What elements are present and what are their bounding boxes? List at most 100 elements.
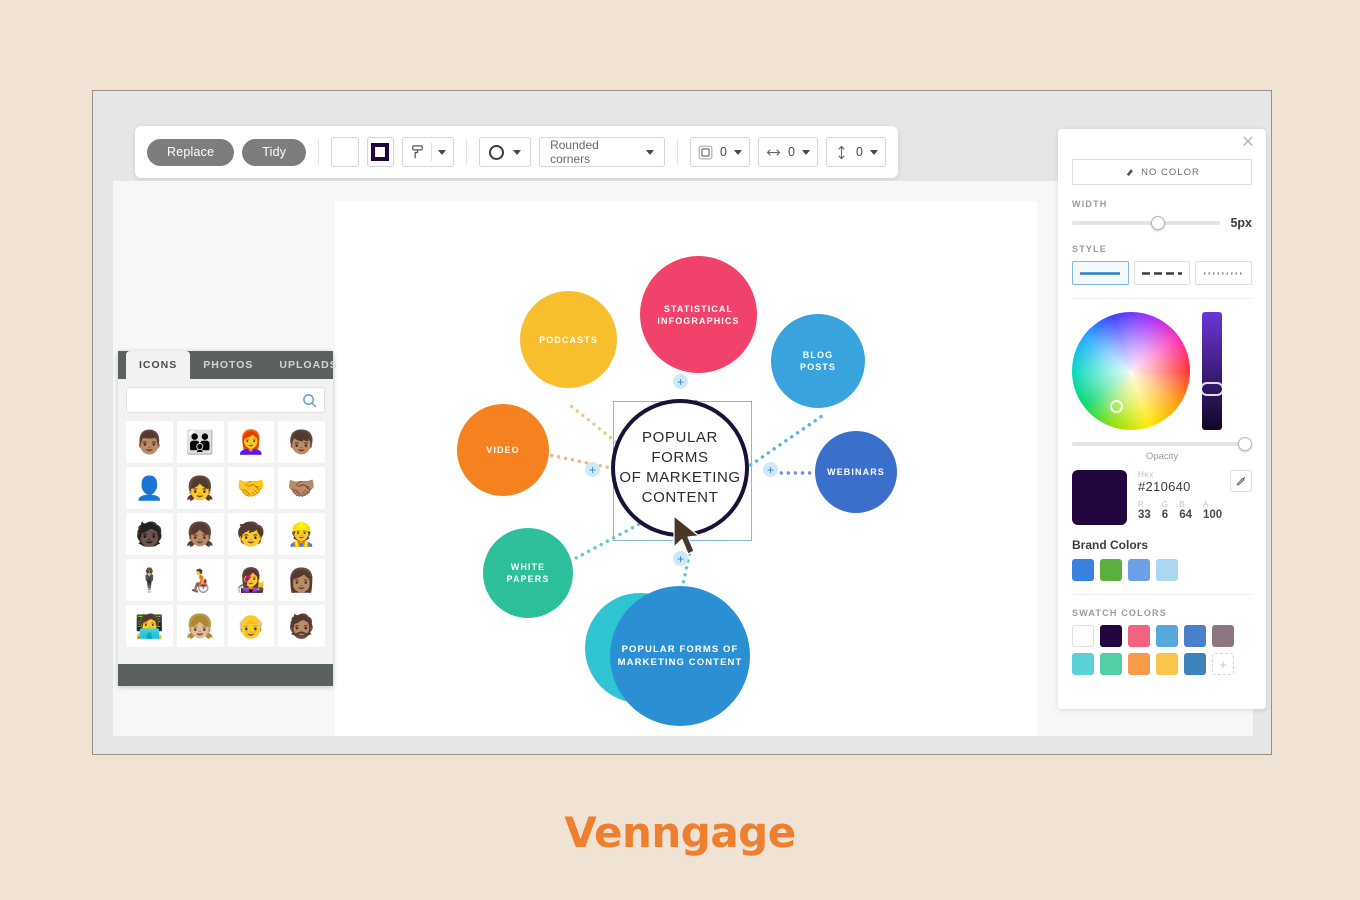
icon-result-8[interactable]: 🧑🏿 xyxy=(126,513,173,555)
search-input[interactable] xyxy=(134,394,302,406)
style-solid-button[interactable] xyxy=(1072,261,1129,285)
color-wheel-selector[interactable] xyxy=(1110,400,1123,413)
icon-result-12[interactable]: 🕴 xyxy=(126,559,173,601)
center-node-popular-forms[interactable]: POPULAR FORMS OF MARKETING CONTENT xyxy=(611,399,749,537)
swatch-8[interactable] xyxy=(1128,653,1150,675)
swatch-colors-title: SWATCH COLORS xyxy=(1072,608,1167,618)
icon-result-6[interactable]: 🤝 xyxy=(227,467,275,509)
icon-result-19[interactable]: 🧔🏽 xyxy=(278,605,325,647)
swatch-7[interactable] xyxy=(1100,653,1122,675)
search-icon[interactable] xyxy=(302,393,317,408)
node-webinars[interactable]: WEBINARS xyxy=(815,431,897,513)
icon-result-14[interactable]: 👩‍🎤 xyxy=(227,559,275,601)
tidy-button[interactable]: Tidy xyxy=(242,138,307,166)
brand-colors-title: Brand Colors xyxy=(1072,538,1149,552)
add-connector-handle-right[interactable]: + xyxy=(763,462,778,477)
style-dotted-button[interactable] xyxy=(1195,261,1253,285)
swatch-10[interactable] xyxy=(1184,653,1206,675)
icon-result-18[interactable]: 👴 xyxy=(227,605,275,647)
icon-result-9[interactable]: 👧🏽 xyxy=(176,513,224,555)
replace-button[interactable]: Replace xyxy=(147,138,235,166)
icon-result-16[interactable]: 🧑‍💻 xyxy=(126,605,173,647)
brand-swatch-3[interactable] xyxy=(1156,559,1178,581)
chevron-down-icon xyxy=(733,149,742,155)
brand-swatch-0[interactable] xyxy=(1072,559,1094,581)
icon-result-5[interactable]: 👧 xyxy=(176,467,224,509)
width-stepper[interactable]: 0 xyxy=(757,137,818,167)
toolbar-divider-3 xyxy=(677,139,678,165)
assets-panel-body: 👨🏽 👪 👩‍🦰 👦🏽 👤 👧 🤝 🤝🏽 🧑🏿 👧🏽 🧒 👷 🕴 🧑‍🦽 👩‍🎤 👩🏽 🧑‍💻 👧🏼 👴 🧔🏽 xyxy=(118,379,333,664)
swatch-2[interactable] xyxy=(1128,625,1150,647)
close-icon[interactable]: ✕ xyxy=(1240,135,1256,151)
tab-photos[interactable]: PHOTOS xyxy=(190,351,266,379)
panel-divider-1 xyxy=(1072,298,1252,299)
border-color-swatch[interactable] xyxy=(366,137,395,167)
opacity-label: Opacity xyxy=(1145,451,1179,462)
add-swatch-button[interactable]: + xyxy=(1212,653,1234,675)
shape-dropdown[interactable] xyxy=(479,137,532,167)
tab-icons[interactable]: ICONS xyxy=(126,351,191,379)
color-wheel[interactable] xyxy=(1072,312,1190,430)
brand-swatch-2[interactable] xyxy=(1128,559,1150,581)
paint-roller-icon xyxy=(412,145,423,159)
node-video[interactable]: VIDEO xyxy=(457,404,549,496)
width-slider-knob[interactable] xyxy=(1151,216,1166,230)
icon-result-11[interactable]: 👷 xyxy=(278,513,325,555)
swatch-6[interactable] xyxy=(1072,653,1094,675)
icon-result-4[interactable]: 👤 xyxy=(126,467,173,509)
node-statistical-infographics[interactable]: STATISTICAL INFOGRAPHICS xyxy=(640,256,757,373)
swatch-1[interactable] xyxy=(1100,625,1122,647)
icon-result-10[interactable]: 🧒 xyxy=(227,513,275,555)
icon-result-7[interactable]: 🤝🏽 xyxy=(278,467,325,509)
chevron-down-icon xyxy=(438,149,447,155)
width-slider-track[interactable] xyxy=(1072,216,1221,230)
current-color-preview[interactable] xyxy=(1072,470,1127,525)
combo-divider xyxy=(431,143,433,161)
node-podcasts[interactable]: PODCASTS xyxy=(520,291,617,388)
swatch-5[interactable] xyxy=(1212,625,1234,647)
node-label: PODCASTS xyxy=(539,334,598,345)
width-value: 0 xyxy=(788,145,795,159)
design-canvas[interactable]: STATISTICAL INFOGRAPHICS PODCASTS BLOG P… xyxy=(335,201,1037,736)
no-color-button[interactable]: NO COLOR xyxy=(1072,159,1252,185)
toolbar-divider-2 xyxy=(466,139,468,165)
icon-result-13[interactable]: 🧑‍🦽 xyxy=(176,559,224,601)
opacity-slider-track[interactable] xyxy=(1072,437,1252,451)
icon-result-17[interactable]: 👧🏼 xyxy=(176,605,224,647)
asset-search-row[interactable] xyxy=(126,387,325,413)
corners-dropdown[interactable]: Rounded corners xyxy=(539,137,666,167)
node-blog-posts[interactable]: BLOG POSTS xyxy=(771,314,865,408)
brand-swatch-1[interactable] xyxy=(1100,559,1122,581)
rgba-key: R xyxy=(1138,500,1144,509)
icon-result-3[interactable]: 👦🏽 xyxy=(278,421,325,463)
node-popular-forms-duplicate[interactable]: POPULAR FORMS OF MARKETING CONTENT xyxy=(610,586,750,726)
opacity-slider-knob[interactable] xyxy=(1237,437,1252,451)
icon-result-1[interactable]: 👪 xyxy=(176,421,224,463)
hex-value[interactable]: #210640 xyxy=(1138,479,1191,494)
icon-result-0[interactable]: 👨🏽 xyxy=(126,421,173,463)
eyedropper-icon[interactable] xyxy=(1230,470,1252,492)
swatch-0[interactable] xyxy=(1072,625,1094,647)
circle-outline-icon xyxy=(489,144,505,160)
style-section-label: STYLE xyxy=(1072,244,1108,254)
style-dashed-button[interactable] xyxy=(1133,261,1191,285)
rgba-r: R 33 xyxy=(1138,500,1151,521)
height-stepper[interactable]: 0 xyxy=(825,137,886,167)
properties-panel: ✕ NO COLOR WIDTH 5px STYLE Opacity Hex #… xyxy=(1058,129,1266,709)
icon-result-2[interactable]: 👩‍🦰 xyxy=(227,421,275,463)
brightness-slider-knob[interactable] xyxy=(1200,382,1224,396)
add-connector-handle-left[interactable]: + xyxy=(585,462,600,477)
border-radius-stepper[interactable]: 0 xyxy=(689,137,750,167)
add-connector-handle-bottom[interactable]: + xyxy=(673,551,688,566)
add-connector-handle-top[interactable]: + xyxy=(673,374,688,389)
swatch-3[interactable] xyxy=(1156,625,1178,647)
swatch-4[interactable] xyxy=(1184,625,1206,647)
fill-color-swatch[interactable] xyxy=(331,137,359,167)
brightness-slider[interactable] xyxy=(1200,312,1224,430)
paint-style-dropdown[interactable] xyxy=(402,137,455,167)
swatch-9[interactable] xyxy=(1156,653,1178,675)
node-white-papers[interactable]: WHITE PAPERS xyxy=(483,528,573,618)
toolbar-divider xyxy=(318,139,320,165)
no-color-icon xyxy=(1126,168,1134,176)
icon-result-15[interactable]: 👩🏽 xyxy=(278,559,325,601)
